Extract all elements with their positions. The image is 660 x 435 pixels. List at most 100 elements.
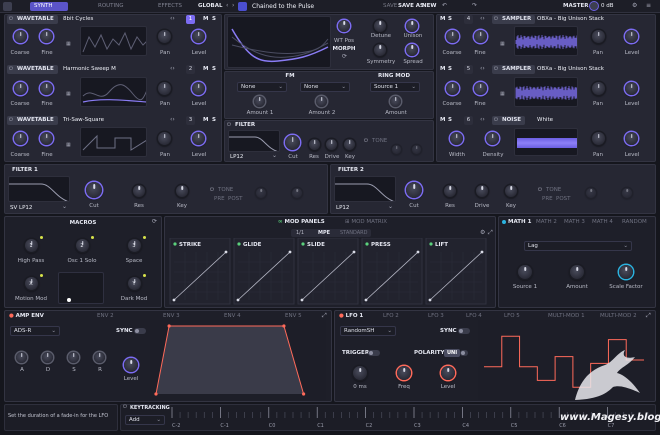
- lfo-level-knob[interactable]: [441, 366, 455, 380]
- filter2-cut-knob[interactable]: [406, 182, 422, 198]
- osc4-mute[interactable]: M: [440, 16, 445, 22]
- fm-amount2-knob[interactable]: [316, 96, 327, 107]
- osc2-pan-knob[interactable]: [158, 82, 171, 95]
- osc6-level-knob[interactable]: [625, 132, 638, 145]
- lfo-tab-5[interactable]: LFO 5: [504, 313, 520, 319]
- filter1-tone-power-icon[interactable]: ⏻: [210, 186, 214, 194]
- env-point[interactable]: [282, 324, 286, 328]
- osc2-fine-knob[interactable]: [40, 82, 53, 95]
- xy-pad[interactable]: [58, 272, 104, 304]
- osc4-nav-icon[interactable]: ‹›: [480, 15, 485, 23]
- mod-lane-handle[interactable]: [352, 250, 356, 254]
- env-tab-3[interactable]: ENV 3: [163, 313, 180, 319]
- xy-pad-cursor[interactable]: [67, 298, 71, 302]
- mod-lane-handle[interactable]: [428, 298, 432, 302]
- mod-lane-handle[interactable]: [288, 250, 292, 254]
- spread-knob[interactable]: [406, 44, 418, 56]
- osc4-name[interactable]: OBXa - Big Unison Stack: [537, 16, 604, 22]
- osc2-name[interactable]: Harmonic Sweep M: [63, 66, 116, 72]
- osc2-coarse-knob[interactable]: [14, 82, 27, 95]
- osc6-noise-display[interactable]: [514, 128, 578, 156]
- filter-mid-drive-knob[interactable]: [326, 139, 337, 150]
- osc3-level-knob[interactable]: [192, 132, 205, 145]
- tab-effects[interactable]: EFFECTS: [158, 3, 182, 9]
- filter2-tone-knob-1[interactable]: [586, 188, 596, 198]
- settings-icon[interactable]: ⚙: [632, 2, 637, 10]
- detune-knob[interactable]: [374, 20, 386, 32]
- tab-routing[interactable]: ROUTING: [98, 3, 124, 9]
- osc1-level-knob[interactable]: [192, 30, 205, 43]
- filter1-mode-chevron-icon[interactable]: ⌄: [62, 203, 67, 211]
- osc5-power-icon[interactable]: ⏻: [494, 65, 498, 73]
- filter-mid-cut-knob[interactable]: [285, 135, 300, 150]
- osc1-solo[interactable]: S: [212, 16, 216, 22]
- filter-mid-tone-power-icon[interactable]: ⏻: [364, 137, 368, 145]
- filter-mid-mode-chevron-icon[interactable]: ⌄: [272, 152, 277, 160]
- osc3-power-icon[interactable]: ⏻: [9, 116, 13, 124]
- tab-synth[interactable]: SYNTH: [30, 2, 68, 11]
- filter2-key-knob[interactable]: [505, 185, 517, 197]
- mod-lane-handle[interactable]: [236, 298, 240, 302]
- osc1-mute[interactable]: M: [203, 16, 208, 22]
- osc4-type[interactable]: SAMPLER: [492, 15, 536, 24]
- mod-subtab-standard[interactable]: STANDARD: [340, 230, 368, 236]
- osc3-name[interactable]: Tri-Saw-Square: [63, 117, 104, 123]
- osc5-solo[interactable]: S: [448, 66, 452, 72]
- osc3-keyboard-icon[interactable]: ▦: [66, 141, 71, 149]
- osc4-number[interactable]: 4: [464, 15, 473, 24]
- keytracking-power-icon[interactable]: ⏻: [123, 403, 127, 411]
- osc6-solo[interactable]: S: [448, 117, 452, 123]
- env-tab-5[interactable]: ENV 5: [285, 313, 302, 319]
- mod-panels-tab[interactable]: ∞ MOD PANELS: [278, 219, 325, 225]
- osc6-mute[interactable]: M: [440, 117, 445, 123]
- fm-amount1-knob[interactable]: [254, 96, 265, 107]
- next-preset-icon[interactable]: ›: [232, 2, 234, 10]
- osc3-solo[interactable]: S: [212, 117, 216, 123]
- lfo-tab-2[interactable]: LFO 2: [383, 313, 399, 319]
- osc1-power-icon[interactable]: ⏻: [9, 15, 13, 23]
- filter2-post-label[interactable]: POST: [556, 196, 571, 202]
- osc5-number[interactable]: 5: [464, 65, 473, 74]
- unison-knob[interactable]: [406, 20, 418, 32]
- filter2-pre-label[interactable]: PRE: [542, 196, 553, 202]
- wt-pos-knob[interactable]: [338, 20, 350, 32]
- filter2-res-knob[interactable]: [444, 185, 456, 197]
- math-tab-random[interactable]: RANDOM: [622, 219, 647, 225]
- osc6-number[interactable]: 6: [464, 116, 473, 125]
- mod-lane-handle[interactable]: [300, 298, 304, 302]
- osc2-prev-icon[interactable]: ‹›: [170, 65, 175, 73]
- osc6-width-knob[interactable]: [450, 132, 463, 145]
- macros-reset-icon[interactable]: ⟳: [152, 218, 157, 226]
- env-point[interactable]: [154, 392, 158, 396]
- mod-lane-handle[interactable]: [364, 298, 368, 302]
- symmetry-knob[interactable]: [374, 44, 386, 56]
- mod-settings-icon[interactable]: ⚙: [480, 229, 485, 237]
- osc3-prev-icon[interactable]: ‹›: [170, 116, 175, 124]
- osc4-pan-knob[interactable]: [592, 30, 605, 43]
- osc3-mute[interactable]: M: [203, 117, 208, 123]
- env-tab-4[interactable]: ENV 4: [224, 313, 241, 319]
- lfo-tab-3[interactable]: LFO 3: [428, 313, 444, 319]
- osc4-sample-display[interactable]: [514, 26, 578, 56]
- osc4-coarse-knob[interactable]: [446, 30, 459, 43]
- mod-matrix-tab[interactable]: ⊞ MOD MATRIX: [345, 219, 387, 225]
- lfo-tab-4[interactable]: LFO 4: [466, 313, 482, 319]
- osc1-pan-knob[interactable]: [158, 30, 171, 43]
- filter1-mode[interactable]: SV LP12: [10, 205, 32, 211]
- mod-lane-handle[interactable]: [480, 250, 484, 254]
- mod-subtab-1[interactable]: 1/1: [296, 230, 304, 236]
- main-wave-display[interactable]: [227, 16, 331, 68]
- osc1-wave-display[interactable]: [80, 26, 147, 56]
- filter1-key-knob[interactable]: [176, 185, 188, 197]
- env-point[interactable]: [167, 324, 171, 328]
- prev-preset-icon[interactable]: ‹: [226, 2, 228, 10]
- filter1-cut-knob[interactable]: [86, 182, 102, 198]
- osc5-pan-knob[interactable]: [592, 82, 605, 95]
- osc5-type[interactable]: SAMPLER: [492, 65, 536, 74]
- osc4-power-icon[interactable]: ⏻: [494, 15, 498, 23]
- osc2-level-knob[interactable]: [192, 82, 205, 95]
- lfo-expand-icon[interactable]: ⤢: [646, 312, 651, 320]
- osc3-wave-display[interactable]: [80, 127, 147, 157]
- lfo-polarity-uni[interactable]: UNI: [444, 349, 461, 357]
- osc6-pan-knob[interactable]: [592, 132, 605, 145]
